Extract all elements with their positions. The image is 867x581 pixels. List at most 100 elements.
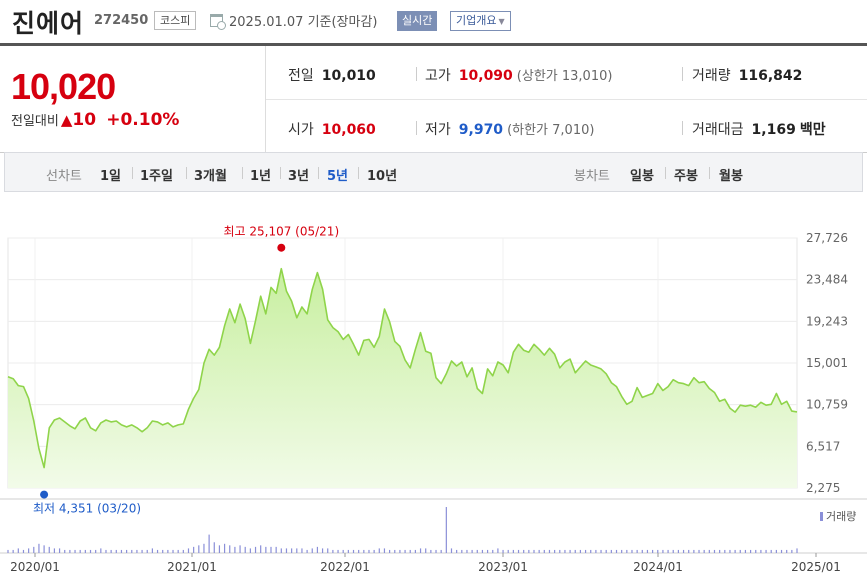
- volume-bar: [574, 549, 576, 553]
- price-chart[interactable]: 27,726 23,484 19,243 15,001 10,759 6,517 2,275…: [0, 225, 867, 581]
- volume-bar: [791, 549, 793, 553]
- volume-bar: [352, 549, 355, 553]
- volume-bar: [435, 549, 437, 553]
- min-annotation: 최저 4,351 (03/20): [33, 502, 141, 516]
- volume-bar: [595, 549, 597, 553]
- volume-bar: [198, 545, 200, 553]
- tab-monthly-candle[interactable]: 월봉: [719, 165, 743, 184]
- volume-bar: [559, 549, 561, 553]
- volume-bar: [770, 549, 772, 553]
- tab-divider: [132, 167, 133, 179]
- volume-bar: [569, 549, 571, 553]
- volume-bar: [177, 549, 179, 553]
- tab-10y[interactable]: 10년: [367, 165, 397, 184]
- prev-close-label: 전일: [288, 68, 314, 84]
- tab-1y[interactable]: 1년: [250, 165, 271, 184]
- volume-bar: [744, 549, 747, 553]
- volume-bar: [115, 549, 117, 553]
- tab-3m[interactable]: 3개월: [194, 165, 227, 184]
- volume-bar: [74, 549, 76, 553]
- company-overview-dropdown[interactable]: 기업개요 ▼: [450, 11, 511, 31]
- min-marker: [40, 490, 49, 499]
- volume-bar: [512, 549, 514, 553]
- y-tick-label: 23,484: [806, 273, 848, 287]
- volume-bar: [517, 549, 520, 553]
- volume-bar: [739, 549, 741, 553]
- volume-bar: [213, 542, 215, 553]
- volume-bar: [120, 549, 123, 553]
- volume-bar: [693, 549, 695, 553]
- volume-bar: [765, 549, 767, 553]
- volume-bar: [347, 549, 349, 553]
- volume-bar: [368, 549, 370, 553]
- volume-bar: [749, 549, 752, 553]
- volume-bar: [84, 549, 86, 553]
- volume-bar: [260, 545, 262, 553]
- company-overview-label: 기업개요: [456, 14, 497, 27]
- volume-bar: [321, 548, 324, 553]
- volume-bar: [28, 548, 30, 553]
- volume-bar: [275, 546, 277, 553]
- volume-bar: [688, 549, 690, 553]
- x-tick-label: 2022/01: [320, 560, 370, 574]
- chevron-down-icon: ▼: [498, 17, 505, 26]
- tab-weekly-candle[interactable]: 주봉: [674, 165, 698, 184]
- volume-bar: [208, 534, 210, 553]
- volume-bar: [58, 548, 61, 553]
- y-tick-label: 2,275: [806, 481, 840, 495]
- volume-bar: [105, 549, 107, 553]
- volume-bar: [110, 549, 112, 553]
- volume-bar: [471, 549, 473, 553]
- volume-bar: [548, 549, 551, 553]
- volume-bar: [363, 549, 365, 553]
- y-tick-label: 10,759: [806, 398, 848, 412]
- volume-bar: [775, 549, 777, 553]
- volume-bar: [311, 548, 313, 553]
- volume-bar: [141, 549, 143, 553]
- volume-bar: [672, 549, 674, 553]
- volume-bar: [662, 549, 664, 553]
- realtime-button[interactable]: 실시간: [397, 11, 438, 31]
- volume-bar: [626, 549, 628, 553]
- volume-bar: [151, 548, 153, 553]
- tab-5y[interactable]: 5년: [327, 165, 348, 184]
- price-summary: 10,020 전일대비 ▲10 +0.10% 전일 10,010 고가 10,090(…: [0, 46, 867, 153]
- volume-bar: [543, 549, 545, 553]
- volume-bar: [203, 543, 205, 553]
- volume-bar: [69, 549, 71, 553]
- volume-bar: [64, 549, 66, 553]
- volume-bar: [43, 545, 45, 553]
- tab-divider: [709, 167, 710, 179]
- volume-bar: [409, 549, 411, 553]
- volume-bar: [657, 549, 659, 553]
- tab-divider: [358, 167, 359, 179]
- volume-bar: [497, 548, 499, 553]
- volume-bar: [358, 549, 360, 553]
- volume-bar: [646, 549, 649, 553]
- y-tick-label: 27,726: [806, 231, 848, 245]
- tab-1w[interactable]: 1주일: [140, 165, 173, 184]
- volume-bar: [136, 549, 138, 553]
- volume-bar: [492, 549, 494, 553]
- tab-daily-candle[interactable]: 일봉: [630, 165, 654, 184]
- x-tick-label: 2025/01: [791, 560, 841, 574]
- volume-bar: [79, 549, 81, 553]
- tab-divider: [242, 167, 243, 179]
- row-divider: [266, 99, 867, 100]
- market-badge: 코스피: [154, 11, 197, 30]
- day-low: 저가 9,970 (하한가 7,010): [425, 119, 594, 139]
- y-tick-label: 6,517: [806, 439, 840, 453]
- volume-bar: [456, 549, 458, 553]
- max-marker: [277, 243, 286, 252]
- volume-bar: [146, 549, 148, 553]
- volume-bar: [698, 549, 700, 553]
- volume-bar: [378, 548, 380, 553]
- volume-bar: [53, 548, 56, 553]
- volume-bar: [481, 549, 484, 553]
- day-low-label: 저가: [425, 122, 451, 138]
- volume-bar: [641, 549, 643, 553]
- volume-value: 116,842: [738, 68, 803, 84]
- tab-1d[interactable]: 1일: [100, 165, 121, 184]
- tab-3y[interactable]: 3년: [288, 165, 309, 184]
- volume-bar: [126, 549, 128, 553]
